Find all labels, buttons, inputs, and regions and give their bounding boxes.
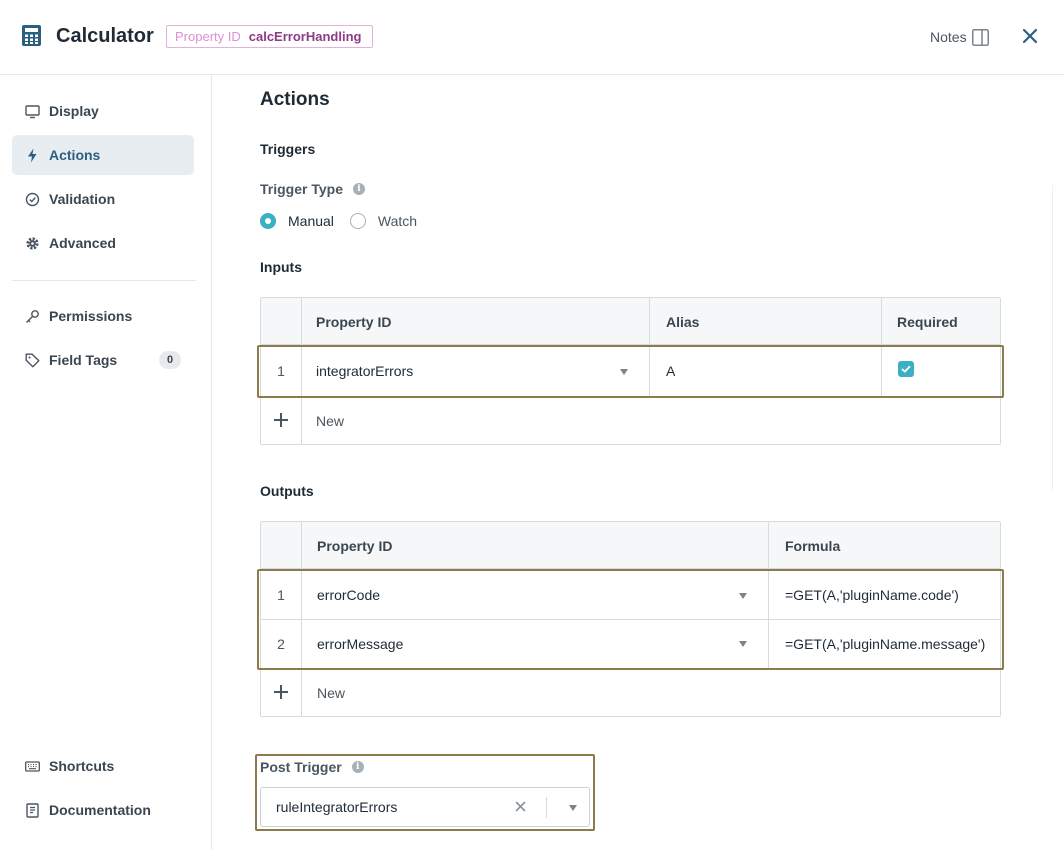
sidebar-item-display[interactable]: Display [12, 91, 194, 131]
close-icon[interactable] [1022, 28, 1038, 44]
trigger-type-label: Trigger Type i [260, 181, 365, 197]
outputs-property-id-select[interactable]: errorCode [317, 570, 380, 619]
outputs-property-id-select[interactable]: errorMessage [317, 620, 403, 668]
outputs-table: Property ID Formula 1 errorCode =GET(A,'… [260, 521, 1001, 717]
property-id-badge: Property ID calcErrorHandling [166, 25, 374, 48]
add-input-plus-icon[interactable] [274, 413, 288, 427]
radio-manual[interactable] [260, 213, 276, 229]
book-icon [26, 802, 39, 818]
sidebar-item-label: Permissions [49, 308, 133, 324]
tag-icon [25, 353, 40, 367]
info-icon[interactable]: i [352, 183, 365, 195]
triggers-heading: Triggers [260, 141, 316, 157]
inputs-table: Property ID Alias Required 1 integratorE… [260, 297, 1001, 445]
inputs-property-id-select[interactable]: integratorErrors [316, 346, 413, 396]
radio-watch[interactable] [349, 213, 366, 229]
sidebar-item-permissions[interactable]: Permissions [12, 296, 194, 336]
sidebar-item-label: Actions [49, 147, 101, 163]
radio-watch-label[interactable]: Watch [378, 213, 417, 229]
sidebar-item-actions[interactable]: Actions [12, 135, 194, 175]
sidebar-divider [12, 280, 196, 281]
content-scrollbar[interactable] [1052, 185, 1058, 490]
notes-panel-icon[interactable] [972, 29, 989, 46]
add-output-button[interactable]: New [317, 669, 345, 716]
outputs-row-number: 2 [277, 636, 285, 652]
add-output-plus-icon[interactable] [274, 685, 288, 699]
post-trigger-value: ruleIntegratorErrors [276, 799, 398, 815]
inputs-col-required: Required [897, 313, 958, 330]
outputs-formula-field[interactable]: =GET(A,'pluginName.code') [785, 570, 959, 619]
chevron-down-icon[interactable] [620, 369, 628, 375]
sidebar-item-label: Validation [49, 191, 116, 207]
outputs-heading: Outputs [260, 483, 314, 499]
chevron-down-icon[interactable] [569, 805, 577, 811]
page-title: Calculator [56, 25, 154, 47]
sidebar-item-advanced[interactable]: Advanced [12, 223, 194, 263]
dialog-header: Calculator Property ID calcErrorHandling… [0, 0, 1064, 75]
sidebar-item-shortcuts[interactable]: Shortcuts [12, 746, 194, 786]
chevron-down-icon[interactable] [739, 593, 747, 599]
required-checkbox[interactable] [898, 361, 914, 377]
calculator-icon [22, 25, 41, 46]
outputs-row-number: 1 [277, 586, 285, 603]
outputs-col-formula: Formula [785, 537, 841, 554]
keyboard-icon [25, 760, 40, 772]
field-tags-count-badge: 0 [159, 351, 181, 369]
inputs-col-property-id: Property ID [316, 313, 392, 330]
property-id-key: Property ID [175, 29, 241, 44]
trigger-type-text: Trigger Type [260, 181, 343, 197]
check-circle-icon [25, 192, 40, 206]
inputs-row-number: 1 [277, 363, 285, 379]
inputs-col-alias: Alias [666, 313, 700, 330]
outputs-col-property-id: Property ID [317, 537, 393, 554]
sidebar-item-label: Field Tags [49, 352, 118, 368]
outputs-formula-field[interactable]: =GET(A,'pluginName.message') [785, 620, 985, 668]
sidebar-item-field-tags[interactable]: Field Tags 0 [12, 340, 194, 380]
notes-button-label[interactable]: Notes [930, 29, 967, 45]
inputs-heading: Inputs [260, 259, 302, 275]
lightning-icon [28, 148, 37, 162]
sidebar-item-label: Documentation [49, 802, 151, 818]
radio-manual-label[interactable]: Manual [288, 213, 334, 229]
property-id-value: calcErrorHandling [248, 29, 362, 44]
sidebar-item-validation[interactable]: Validation [12, 179, 194, 219]
monitor-icon [25, 104, 40, 118]
clear-icon[interactable] [515, 801, 526, 812]
post-trigger-label: Post Trigger i [260, 759, 364, 775]
gear-icon [26, 236, 39, 250]
sidebar-item-label: Display [49, 103, 99, 119]
sidebar-item-label: Shortcuts [49, 758, 115, 774]
post-trigger-text: Post Trigger [260, 759, 342, 775]
section-title: Actions [260, 89, 330, 110]
trigger-type-radio-group: Manual Watch [260, 213, 433, 229]
sidebar: Display Actions Validation Advanced Perm… [0, 75, 212, 850]
key-icon [26, 309, 39, 323]
check-icon [901, 365, 911, 373]
add-input-button[interactable]: New [316, 397, 344, 444]
chevron-down-icon[interactable] [739, 641, 747, 647]
post-trigger-select[interactable]: ruleIntegratorErrors [260, 787, 590, 827]
sidebar-item-label: Advanced [49, 235, 116, 251]
select-separator [546, 797, 547, 818]
inputs-alias-field[interactable]: A [666, 346, 675, 396]
info-icon[interactable]: i [351, 761, 364, 773]
sidebar-item-documentation[interactable]: Documentation [12, 790, 194, 830]
